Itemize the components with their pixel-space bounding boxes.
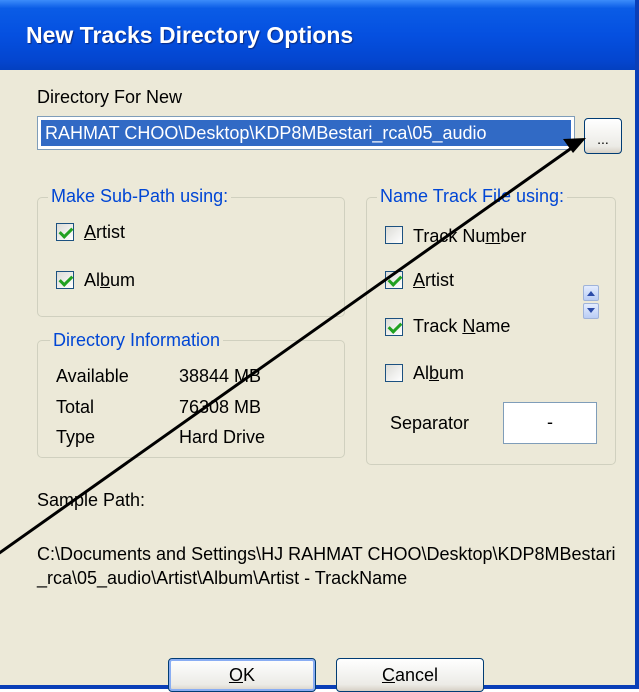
- window-title: New Tracks Directory Options: [26, 22, 354, 48]
- available-label: Available: [56, 366, 129, 386]
- subpath-album-checkbox[interactable]: [56, 271, 74, 289]
- ok-button[interactable]: OK: [168, 658, 316, 692]
- separator-input[interactable]: -: [503, 402, 597, 444]
- arrow-down-icon: [587, 308, 595, 313]
- subpath-artist-checkbox[interactable]: [56, 223, 74, 241]
- sample-path-label: Sample Path:: [37, 490, 146, 510]
- name-artist-label[interactable]: Artist: [413, 270, 454, 291]
- options-dialog: New Tracks Directory Options Directory F…: [0, 0, 639, 692]
- move-down-button[interactable]: [583, 303, 599, 319]
- name-artist-checkbox[interactable]: [385, 271, 403, 289]
- namefile-legend: Name Track File using:: [377, 186, 568, 207]
- directory-label: Directory For New: [37, 87, 183, 107]
- subpath-group: [37, 197, 345, 317]
- name-track-name-label[interactable]: Track Name: [413, 316, 510, 337]
- directory-value: RAHMAT CHOO\Desktop\KDP8MBestari_rca\05_…: [41, 120, 571, 146]
- title-bar[interactable]: New Tracks Directory Options: [0, 0, 635, 70]
- total-label: Total: [56, 397, 95, 417]
- total-value: 76308 MB: [179, 397, 262, 417]
- type-value: Hard Drive: [179, 427, 266, 447]
- directory-input[interactable]: RAHMAT CHOO\Desktop\KDP8MBestari_rca\05_…: [37, 116, 575, 150]
- sample-path-value: C:\Documents and Settings\HJ RAHMAT CHOO…: [37, 544, 616, 588]
- arrow-up-icon: [587, 291, 595, 296]
- subpath-legend: Make Sub-Path using:: [48, 186, 232, 207]
- browse-button[interactable]: ...: [584, 118, 622, 154]
- name-track-name-checkbox[interactable]: [385, 318, 403, 336]
- name-album-label[interactable]: Album: [413, 363, 464, 384]
- name-track-number-label[interactable]: Track Number: [413, 226, 526, 247]
- cancel-button[interactable]: Cancel: [336, 658, 484, 692]
- move-up-button[interactable]: [583, 285, 599, 301]
- subpath-album-label[interactable]: Album: [84, 270, 135, 291]
- name-track-number-checkbox[interactable]: [385, 226, 403, 244]
- separator-label: Separator: [390, 413, 470, 433]
- available-value: 38844 MB: [179, 366, 262, 386]
- directory-info-legend: Directory Information: [50, 330, 224, 351]
- subpath-artist-label[interactable]: Artist: [84, 222, 125, 243]
- name-album-checkbox[interactable]: [385, 364, 403, 382]
- type-label: Type: [56, 427, 96, 447]
